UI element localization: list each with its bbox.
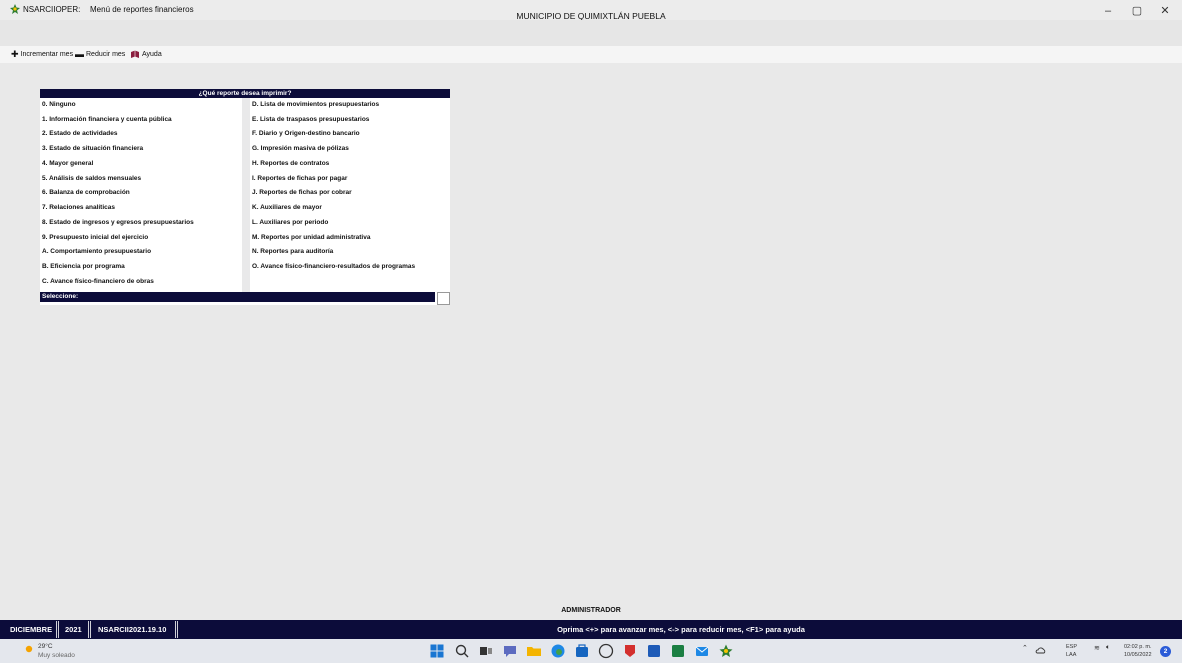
menu-option-0[interactable]: 0. Ninguno [42,100,76,109]
menu-option-a[interactable]: A. Comportamiento presupuestario [42,247,151,256]
weather-temperature: 29°C [38,643,53,650]
edge-browser-icon[interactable] [550,643,566,659]
task-view-icon[interactable] [478,643,494,659]
menu-option-j[interactable]: J. Reportes de fichas por cobrar [252,188,352,197]
search-icon[interactable] [454,643,470,659]
status-version: NSARCII2021.19.10 [98,625,167,634]
store-icon[interactable] [574,643,590,659]
menu-option-3[interactable]: 3. Estado de situación financiera [42,144,143,153]
status-separator [56,621,59,638]
menu-option-e[interactable]: E. Lista de traspasos presupuestarios [252,115,369,124]
menu-option-f[interactable]: F. Diario y Origen-destino bancario [252,129,360,138]
status-month: DICIEMBRE [10,625,53,634]
menu-option-l[interactable]: L. Auxiliares por periodo [252,218,328,227]
menu-header: ¿Qué reporte desea imprimir? [40,89,450,98]
menu-option-h[interactable]: H. Reportes de contratos [252,159,329,168]
menu-option-1[interactable]: 1. Información financiera y cuenta públi… [42,115,172,124]
increase-month-button[interactable]: ✚ Incrementar mes [11,49,74,59]
menu-option-m[interactable]: M. Reportes por unidad administrativa [252,233,370,242]
status-separator [175,621,178,638]
selection-input[interactable] [437,292,450,305]
show-hidden-icons-icon[interactable]: ⌃ [1022,644,1028,652]
mail-icon[interactable] [694,643,710,659]
nsarc-app-icon[interactable] [718,643,734,659]
decrease-month-label: Reducir mes [86,50,126,58]
decrease-month-button[interactable]: ▬ Reducir mes [75,49,126,59]
windows-start-icon[interactable] [429,643,445,659]
menu-option-d[interactable]: D. Lista de movimientos presupuestarios [252,100,379,109]
taskbar: 29°C Muy soleado ⌃ ESP LAA ≋ 🔈︎ 02:02 p.… [0,639,1182,663]
minus-icon: ▬ [75,49,84,59]
volume-icon[interactable]: 🔈︎ [1106,644,1110,652]
column-divider [242,98,250,297]
menu-option-g[interactable]: G. Impresión masiva de pólizas [252,144,349,153]
sun-icon[interactable] [24,644,34,654]
clock-date[interactable]: 10/05/2022 [1124,652,1152,658]
current-user: ADMINISTRADOR [561,607,621,614]
menu-option-b[interactable]: B. Eficiencia por programa [42,262,125,271]
file-explorer-icon[interactable] [526,643,542,659]
report-menu: ¿Qué reporte desea imprimir? 0. Ninguno … [40,89,450,305]
maximize-button[interactable]: ▢ [1123,3,1151,19]
menu-option-9[interactable]: 9. Presupuesto inicial del ejercicio [42,233,148,242]
status-year: 2021 [65,625,82,634]
menu-option-2[interactable]: 2. Estado de actividades [42,129,118,138]
minimize-button[interactable]: – [1094,3,1122,19]
menu-option-k[interactable]: K. Auxiliares de mayor [252,203,322,212]
select-prompt: Seleccione: [40,292,435,302]
menu-option-8[interactable]: 8. Estado de ingresos y egresos presupue… [42,218,194,227]
chat-icon[interactable] [502,643,518,659]
toolbar: ✚ Incrementar mes ▬ Reducir mes Ayuda [0,46,1182,63]
status-separator [88,621,91,638]
menu-option-7[interactable]: 7. Relaciones analíticas [42,203,115,212]
help-label: Ayuda [142,51,162,58]
menu-option-o[interactable]: O. Avance físico-financiero-resultados d… [252,262,415,271]
clock-time[interactable]: 02:02 p. m. [1124,644,1152,650]
menu-option-i[interactable]: I. Reportes de fichas por pagar [252,174,347,183]
weather-description: Muy soleado [38,652,75,659]
status-bar: DICIEMBRE 2021 NSARCII2021.19.10 Oprima … [0,620,1182,639]
help-button[interactable]: Ayuda [130,50,162,59]
onedrive-icon[interactable] [1035,646,1046,655]
increase-month-label: Incrementar mes [20,50,74,58]
title-bar: NSARCIIOPER: Menú de reportes financiero… [0,0,1182,21]
language-code[interactable]: ESP [1066,644,1077,650]
notification-badge[interactable]: 2 [1160,646,1171,657]
plus-icon: ✚ [11,49,19,59]
dell-icon[interactable] [598,643,614,659]
word-icon[interactable] [646,643,662,659]
excel-icon[interactable] [670,643,686,659]
close-button[interactable]: ✕ [1151,3,1179,19]
keyboard-layout[interactable]: LAA [1066,652,1076,658]
help-book-icon [131,50,139,58]
status-message: Oprima <+> para avanzar mes, <-> para re… [557,625,805,634]
mcafee-icon[interactable] [622,643,638,659]
wifi-icon[interactable]: ≋ [1094,644,1100,652]
menu-option-c[interactable]: C. Avance físico-financiero de obras [42,277,154,286]
menu-option-4[interactable]: 4. Mayor general [42,159,93,168]
menu-option-5[interactable]: 5. Análisis de saldos mensuales [42,174,141,183]
header-band [0,20,1182,46]
menu-option-6[interactable]: 6. Balanza de comprobación [42,188,130,197]
menu-option-n[interactable]: N. Reportes para auditoría [252,247,333,256]
